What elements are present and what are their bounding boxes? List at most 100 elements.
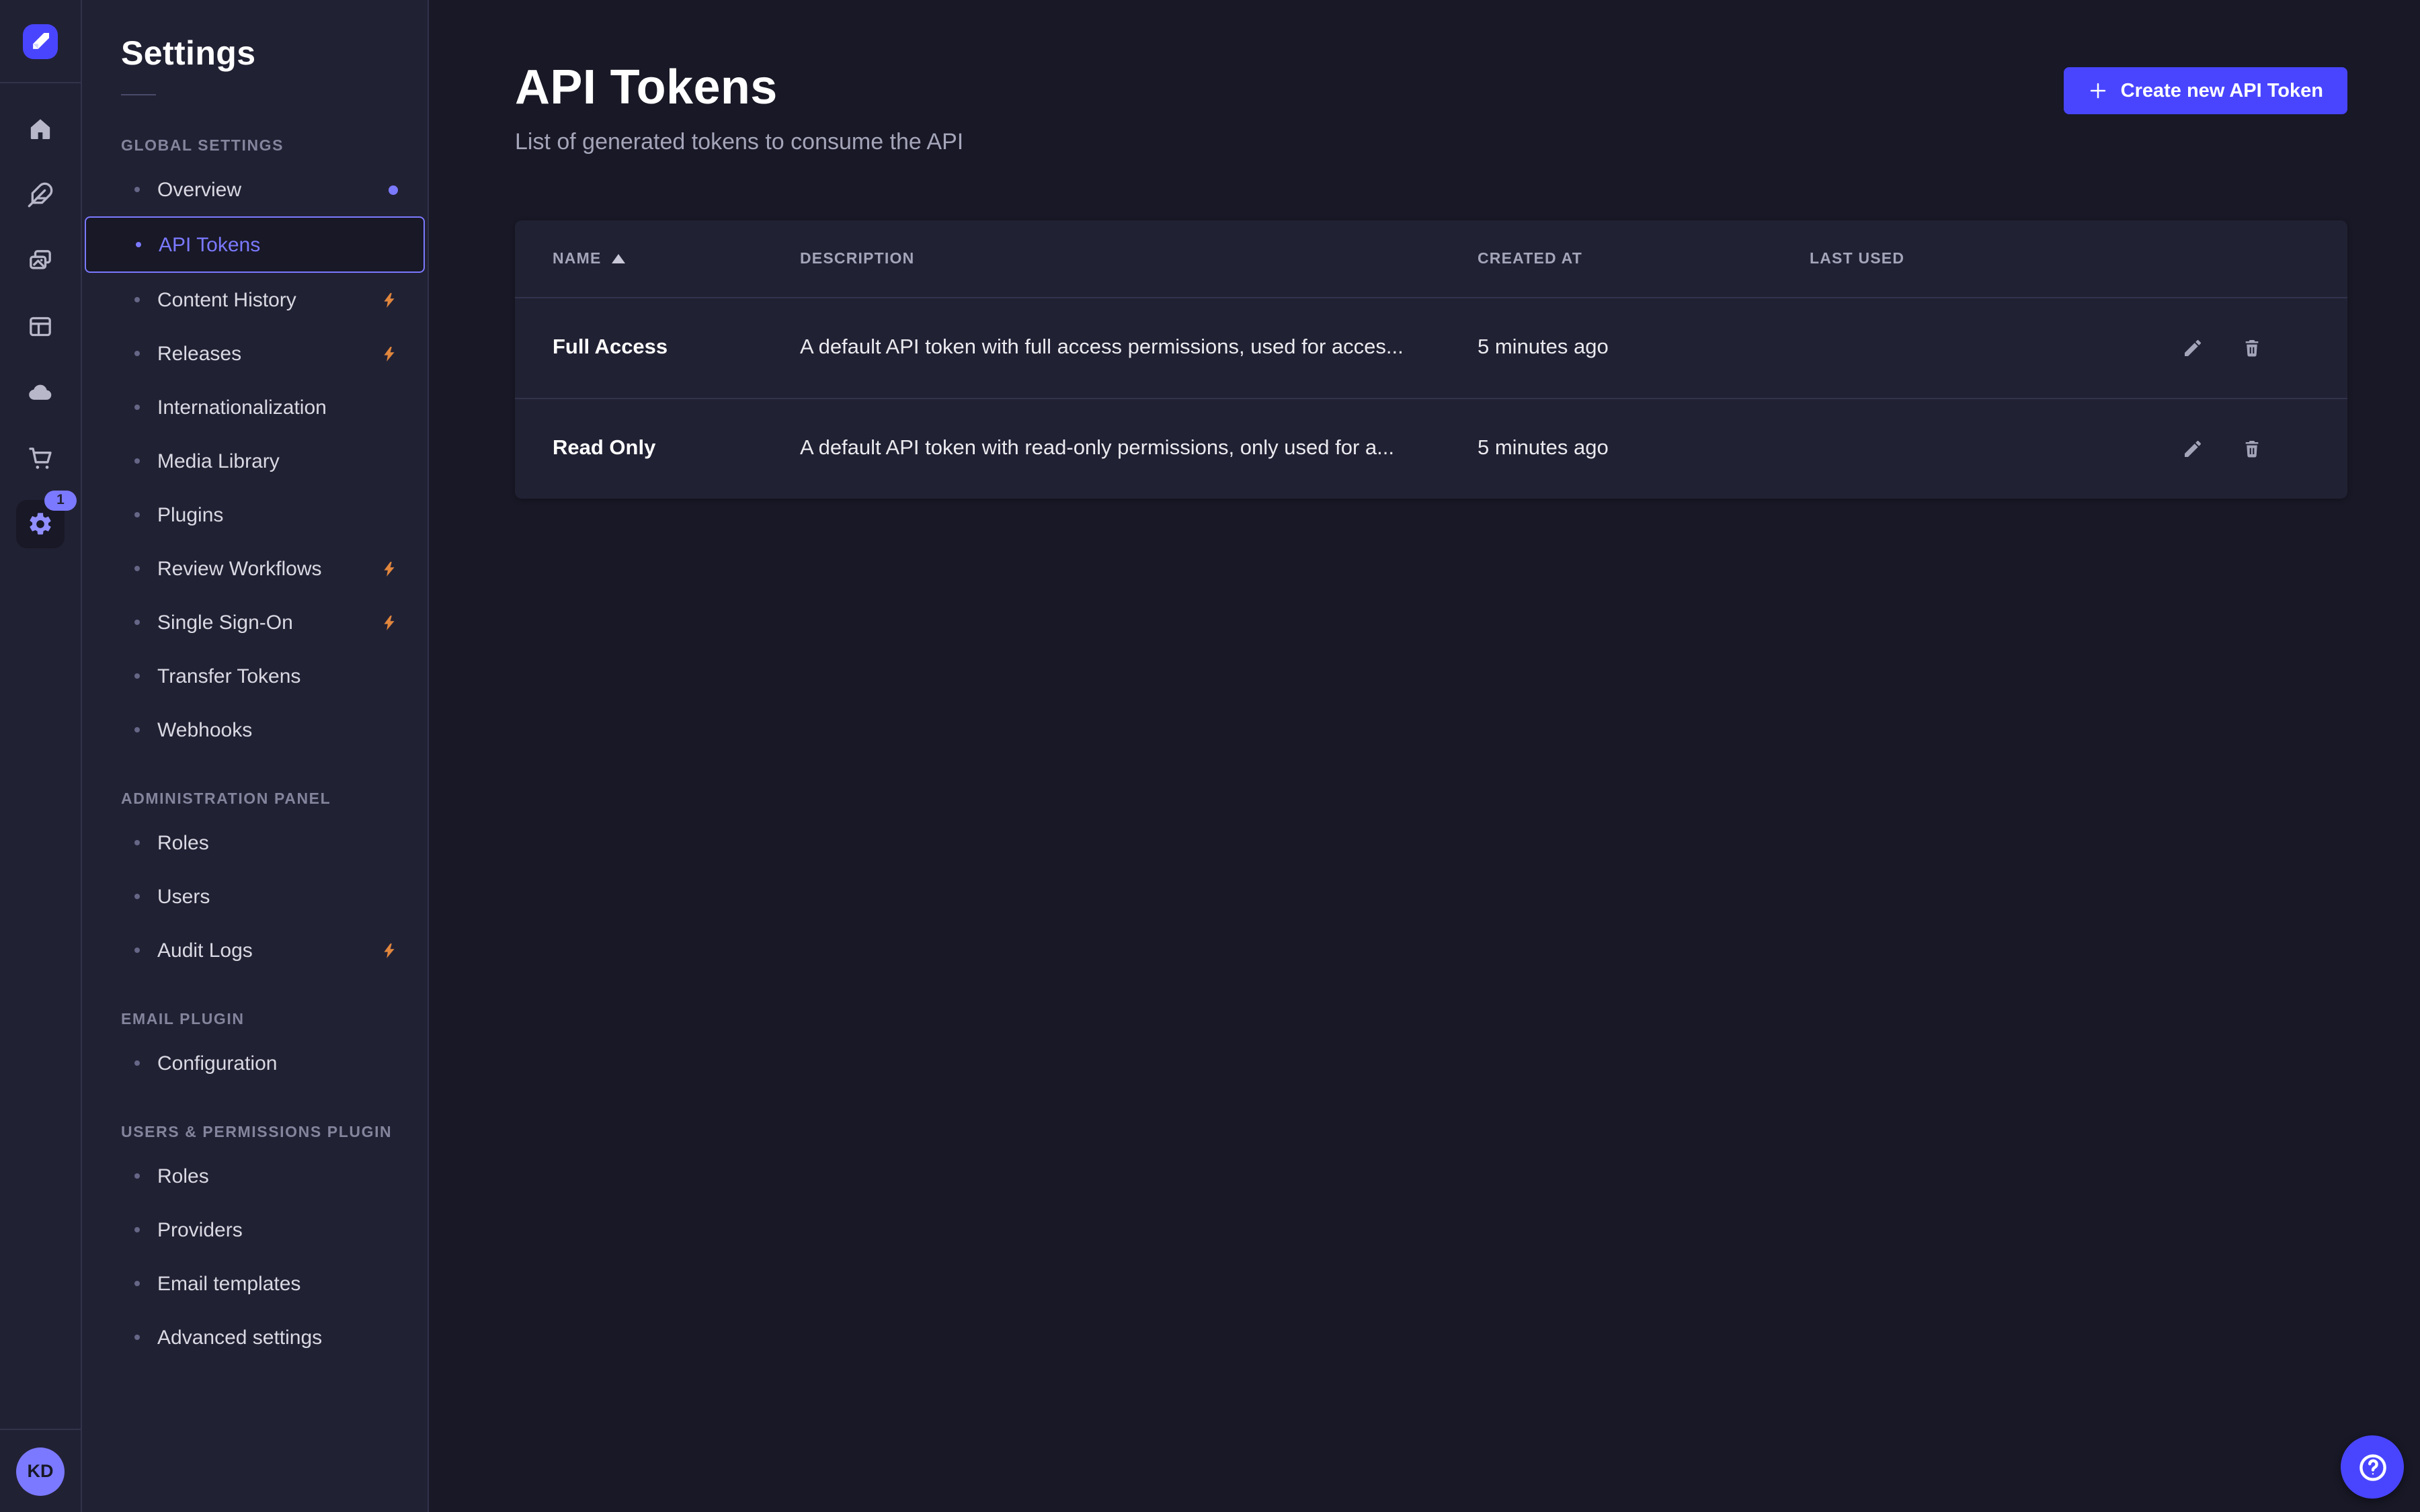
sidebar-item-users[interactable]: Users [82, 870, 428, 923]
icon-rail: 1 KD [0, 0, 82, 1512]
section-header-users-permissions-plugin: Users & Permissions plugin [82, 1090, 428, 1149]
sidebar-item-label: Providers [157, 1218, 243, 1241]
rail-item-cloud[interactable] [16, 368, 65, 417]
sidebar-item-releases[interactable]: Releases [82, 327, 428, 380]
rail-item-content-manager[interactable] [16, 171, 65, 219]
layout-icon [27, 313, 54, 340]
sidebar-item-email-templates[interactable]: Email templates [82, 1257, 428, 1310]
rail-item-content-type-builder[interactable] [16, 302, 65, 351]
sort-ascending-icon [612, 254, 626, 263]
rail-nav: 1 [16, 83, 65, 1429]
gear-icon [27, 511, 54, 538]
strapi-logo-icon [23, 24, 58, 58]
sidebar-item-plugins[interactable]: Plugins [82, 488, 428, 542]
bullet-icon [134, 297, 140, 302]
sidebar-item-configuration[interactable]: Configuration [82, 1036, 428, 1090]
trash-icon [2241, 337, 2262, 359]
rail-item-marketplace[interactable] [16, 434, 65, 482]
settings-notification-badge: 1 [44, 491, 77, 511]
lightning-icon [380, 941, 398, 959]
row-actions [2119, 327, 2272, 369]
rail-footer: KD [0, 1429, 81, 1512]
sidebar-item-advanced-settings[interactable]: Advanced settings [82, 1310, 428, 1364]
sidebar-item-label: Media Library [157, 450, 280, 472]
lightning-icon [380, 291, 398, 308]
column-header-name[interactable]: Name [553, 251, 800, 267]
sidebar-item-api-tokens[interactable]: API Tokens [85, 216, 425, 273]
sidebar-item-label: Users [157, 885, 210, 908]
bullet-icon [134, 673, 140, 679]
help-button[interactable] [2341, 1435, 2404, 1499]
trash-icon [2241, 438, 2262, 460]
delete-button[interactable] [2230, 327, 2272, 369]
email-plugin-list: Configuration [82, 1036, 428, 1090]
sidebar-item-label: Advanced settings [157, 1326, 322, 1349]
sidebar-item-single-sign-on[interactable]: Single Sign-On [82, 595, 428, 649]
token-name: Read Only [553, 437, 800, 461]
page-header-text: API Tokens List of generated tokens to c… [515, 59, 963, 156]
sidebar-item-label: Content History [157, 288, 296, 311]
sidebar-item-review-workflows[interactable]: Review Workflows [82, 542, 428, 595]
bullet-icon [134, 1227, 140, 1232]
token-description: A default API token with read-only permi… [800, 437, 1478, 461]
main-content: API Tokens List of generated tokens to c… [429, 0, 2420, 1512]
sidebar-item-media-library[interactable]: Media Library [82, 434, 428, 488]
sidebar-item-content-history[interactable]: Content History [82, 273, 428, 327]
rail-item-settings[interactable]: 1 [16, 500, 65, 548]
bullet-icon [134, 187, 140, 192]
users-permissions-list: Roles Providers Email templates Advanced… [82, 1149, 428, 1364]
settings-subnav: Settings Global settings Overview API To… [82, 0, 429, 1512]
sidebar-item-internationalization[interactable]: Internationalization [82, 380, 428, 434]
edit-button[interactable] [2171, 327, 2213, 369]
sidebar-item-roles-up[interactable]: Roles [82, 1149, 428, 1203]
api-tokens-table-card: Name Description Created at Last used Fu… [515, 220, 2347, 499]
sidebar-item-transfer-tokens[interactable]: Transfer Tokens [82, 649, 428, 703]
bullet-icon [134, 1335, 140, 1340]
sidebar-item-providers[interactable]: Providers [82, 1203, 428, 1257]
column-header-created-at[interactable]: Created at [1478, 251, 1810, 267]
token-description: A default API token with full access per… [800, 336, 1478, 360]
user-avatar[interactable]: KD [16, 1447, 65, 1495]
sidebar-item-label: API Tokens [159, 233, 260, 256]
cloud-icon [27, 379, 54, 406]
edit-button[interactable] [2171, 428, 2213, 470]
question-mark-icon [2356, 1451, 2388, 1483]
column-header-last-used[interactable]: Last used [1810, 251, 2119, 267]
logo-container [0, 0, 81, 83]
subnav-divider [121, 94, 156, 95]
sidebar-item-audit-logs[interactable]: Audit Logs [82, 923, 428, 977]
rail-item-home[interactable] [16, 105, 65, 153]
sidebar-item-label: Single Sign-On [157, 611, 293, 634]
sidebar-item-label: Internationalization [157, 396, 327, 419]
strapi-logo[interactable] [23, 24, 58, 58]
sidebar-item-label: Review Workflows [157, 557, 322, 580]
rail-item-media-library[interactable] [16, 237, 65, 285]
page-header: API Tokens List of generated tokens to c… [515, 59, 2347, 156]
subnav-title: Settings [82, 0, 428, 74]
table-row-full-access[interactable]: Full Access A default API token with ful… [515, 297, 2347, 398]
page-title: API Tokens [515, 59, 963, 116]
create-api-token-label: Create new API Token [2121, 80, 2323, 101]
token-created-at: 5 minutes ago [1478, 336, 1810, 360]
sidebar-item-overview[interactable]: Overview [82, 163, 428, 216]
strapi-admin-app: 1 KD Settings Global settings Overview A… [0, 0, 2420, 1512]
feather-icon [27, 181, 54, 208]
delete-button[interactable] [2230, 428, 2272, 470]
column-header-description[interactable]: Description [800, 251, 1478, 267]
sidebar-item-label: Roles [157, 1165, 209, 1187]
sidebar-item-webhooks[interactable]: Webhooks [82, 703, 428, 757]
lightning-icon [380, 345, 398, 362]
sidebar-item-label: Plugins [157, 503, 223, 526]
table-header-row: Name Description Created at Last used [515, 220, 2347, 297]
bullet-icon [134, 458, 140, 464]
bullet-icon [136, 242, 141, 247]
create-api-token-button[interactable]: Create new API Token [2064, 67, 2347, 114]
bullet-icon [134, 948, 140, 953]
section-header-email-plugin: Email plugin [82, 977, 428, 1036]
section-header-global-settings: Global settings [82, 103, 428, 163]
sidebar-item-roles-admin[interactable]: Roles [82, 816, 428, 870]
lightning-icon [380, 614, 398, 631]
bullet-icon [134, 840, 140, 845]
table-row-read-only[interactable]: Read Only A default API token with read-… [515, 398, 2347, 499]
row-actions [2119, 428, 2272, 470]
